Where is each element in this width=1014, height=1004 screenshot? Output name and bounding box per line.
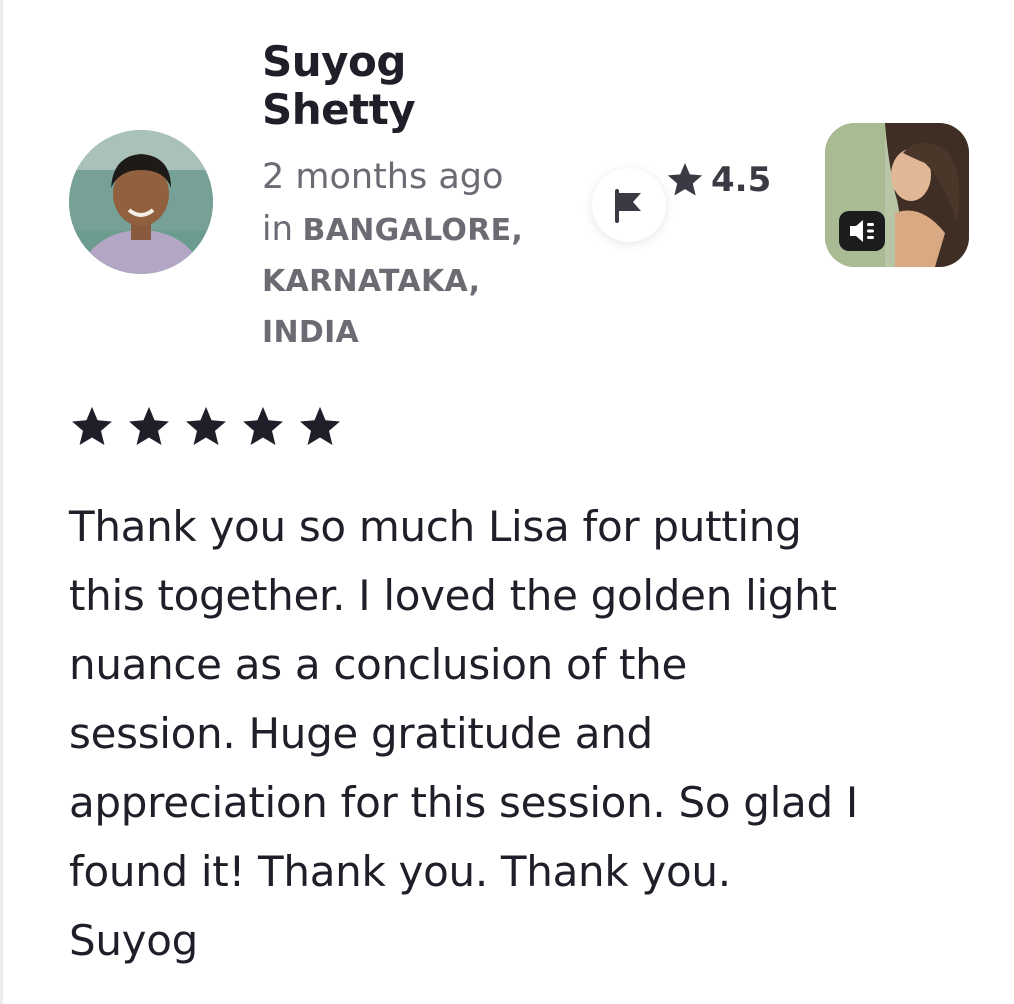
location-prefix: in — [262, 209, 293, 249]
review-card: Suyog Shetty 2 months ago in BANGALORE, … — [0, 0, 1010, 1004]
session-thumbnail[interactable] — [825, 123, 969, 267]
flag-button[interactable] — [592, 168, 666, 242]
session-rating: 4.5 — [665, 160, 771, 200]
review-time: 2 months ago — [262, 157, 504, 197]
person-avatar-photo — [69, 130, 213, 274]
audio-badge — [839, 211, 885, 251]
star-icon — [243, 406, 283, 446]
star-icon — [667, 163, 703, 196]
star-icon — [72, 406, 112, 446]
star-icon — [300, 406, 340, 446]
reviewer-name[interactable]: Suyog Shetty — [262, 38, 502, 134]
review-star-rating — [69, 404, 343, 450]
flag-icon — [615, 189, 641, 223]
star-icon — [129, 406, 169, 446]
reviewer-location: in BANGALORE, KARNATAKA, INDIA — [262, 204, 562, 358]
audio-speaker-icon — [850, 220, 874, 242]
reviewer-avatar[interactable] — [69, 130, 213, 274]
star-icon — [186, 406, 226, 446]
review-text: Thank you so much Lisa for putting this … — [69, 502, 858, 965]
rating-value: 4.5 — [711, 160, 772, 200]
location-name: BANGALORE, KARNATAKA, INDIA — [262, 213, 524, 350]
